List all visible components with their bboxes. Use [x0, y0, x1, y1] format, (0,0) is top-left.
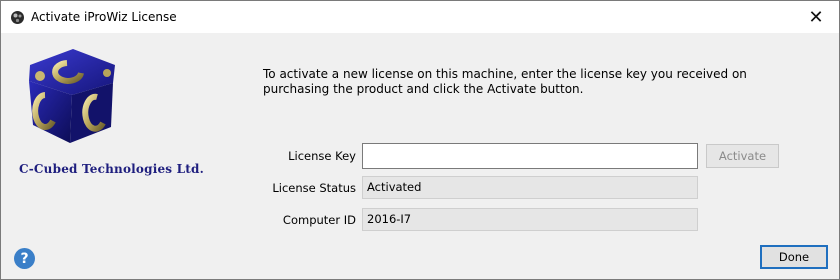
done-button[interactable]: Done: [760, 245, 828, 269]
help-icon[interactable]: ?: [14, 248, 35, 269]
close-icon: ✕: [808, 6, 824, 28]
instructions-text: To activate a new license on this machin…: [263, 67, 747, 96]
company-logo: [29, 49, 115, 143]
license-key-label: License Key: [288, 149, 356, 163]
company-name: C-Cubed Technologies Ltd.: [19, 162, 204, 176]
window-title: Activate iProWiz License: [31, 10, 177, 24]
close-button[interactable]: ✕: [793, 1, 839, 33]
activation-dialog: Activate iProWiz License ✕ C-Cubed Techn…: [0, 0, 840, 280]
app-icon: [11, 11, 24, 24]
license-status-label: License Status: [272, 181, 356, 195]
computer-id-label: Computer ID: [282, 213, 356, 227]
computer-id-field: 2016-I7: [362, 208, 698, 231]
activate-button[interactable]: Activate: [706, 144, 779, 168]
license-status-field: Activated: [362, 176, 698, 199]
license-key-input[interactable]: [362, 143, 698, 169]
title-bar: Activate iProWiz License ✕: [1, 1, 839, 33]
